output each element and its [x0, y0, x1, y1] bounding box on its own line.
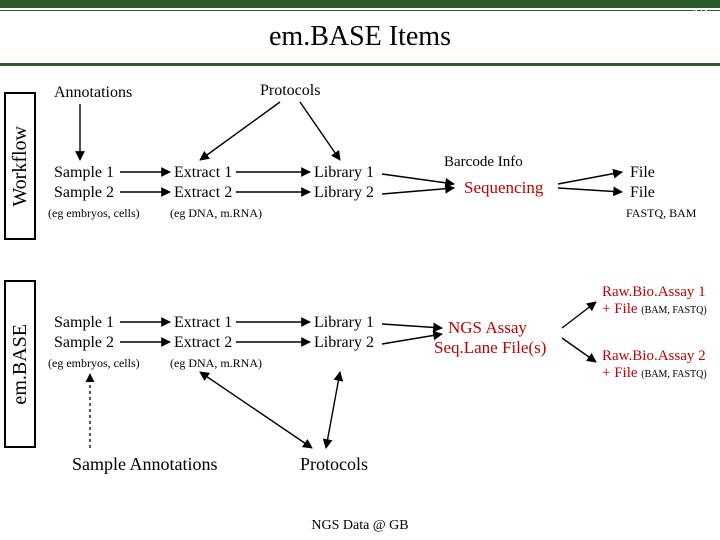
embase-rba2-line2a: + File: [602, 365, 641, 381]
embase-rba1: Raw.Bio.Assay 1 + File (BAM, FASTQ): [602, 284, 707, 318]
slide-title: em.BASE Items: [269, 21, 451, 53]
embase-sample-annotations: Sample Annotations: [72, 454, 218, 475]
workflow-extract-caption: (eg DNA, m.RNA): [170, 206, 262, 221]
workflow-file2: File: [630, 184, 655, 202]
embase-rba2-line2b: (BAM, FASTQ): [641, 369, 706, 380]
side-label-workflow-text: Workflow: [9, 126, 32, 207]
side-label-embase: em.BASE: [4, 280, 36, 448]
embase-rba2-line1: Raw.Bio.Assay 2: [602, 348, 706, 364]
embase-extract2: Extract 2: [174, 334, 232, 352]
embase-rba1-line1: Raw.Bio.Assay 1: [602, 284, 706, 300]
workflow-annotations: Annotations: [54, 84, 132, 102]
embase-rba1-line2a: + File: [602, 301, 641, 317]
workflow-library1: Library 1: [314, 164, 374, 182]
embase-library1: Library 1: [314, 314, 374, 332]
embase-rba1-line2b: (BAM, FASTQ): [641, 305, 706, 316]
diagram-stage: Workflow em.BASE Annotations Protocols S…: [0, 66, 720, 540]
workflow-sequencing: Sequencing: [464, 178, 543, 198]
embase-rba2: Raw.Bio.Assay 2 + File (BAM, FASTQ): [602, 348, 707, 382]
title-bar: em.BASE Items: [0, 10, 720, 66]
embase-protocols: Protocols: [300, 454, 368, 475]
embase-ngs-assay: NGS Assay: [448, 318, 527, 338]
workflow-sample-caption: (eg embryos, cells): [48, 206, 140, 221]
embase-sample2: Sample 2: [54, 334, 114, 352]
embase-sample1: Sample 1: [54, 314, 114, 332]
embase-sample-caption: (eg embryos, cells): [48, 356, 140, 371]
embase-library2: Library 2: [314, 334, 374, 352]
workflow-extract1: Extract 1: [174, 164, 232, 182]
side-label-embase-text: em.BASE: [9, 324, 32, 405]
workflow-file1: File: [630, 164, 655, 182]
workflow-sample1: Sample 1: [54, 164, 114, 182]
slide-number: 12: [692, 6, 708, 24]
footer-text: NGS Data @ GB: [0, 518, 720, 534]
side-label-workflow: Workflow: [4, 92, 36, 240]
embase-seq-lane: Seq.Lane File(s): [434, 338, 546, 358]
top-border: [0, 0, 720, 8]
workflow-extract2: Extract 2: [174, 184, 232, 202]
embase-extract-caption: (eg DNA, m.RNA): [170, 356, 262, 371]
workflow-file-caption: FASTQ, BAM: [626, 206, 696, 221]
workflow-library2: Library 2: [314, 184, 374, 202]
embase-extract1: Extract 1: [174, 314, 232, 332]
workflow-protocols: Protocols: [260, 82, 320, 100]
workflow-barcode: Barcode Info: [444, 154, 523, 171]
workflow-sample2: Sample 2: [54, 184, 114, 202]
